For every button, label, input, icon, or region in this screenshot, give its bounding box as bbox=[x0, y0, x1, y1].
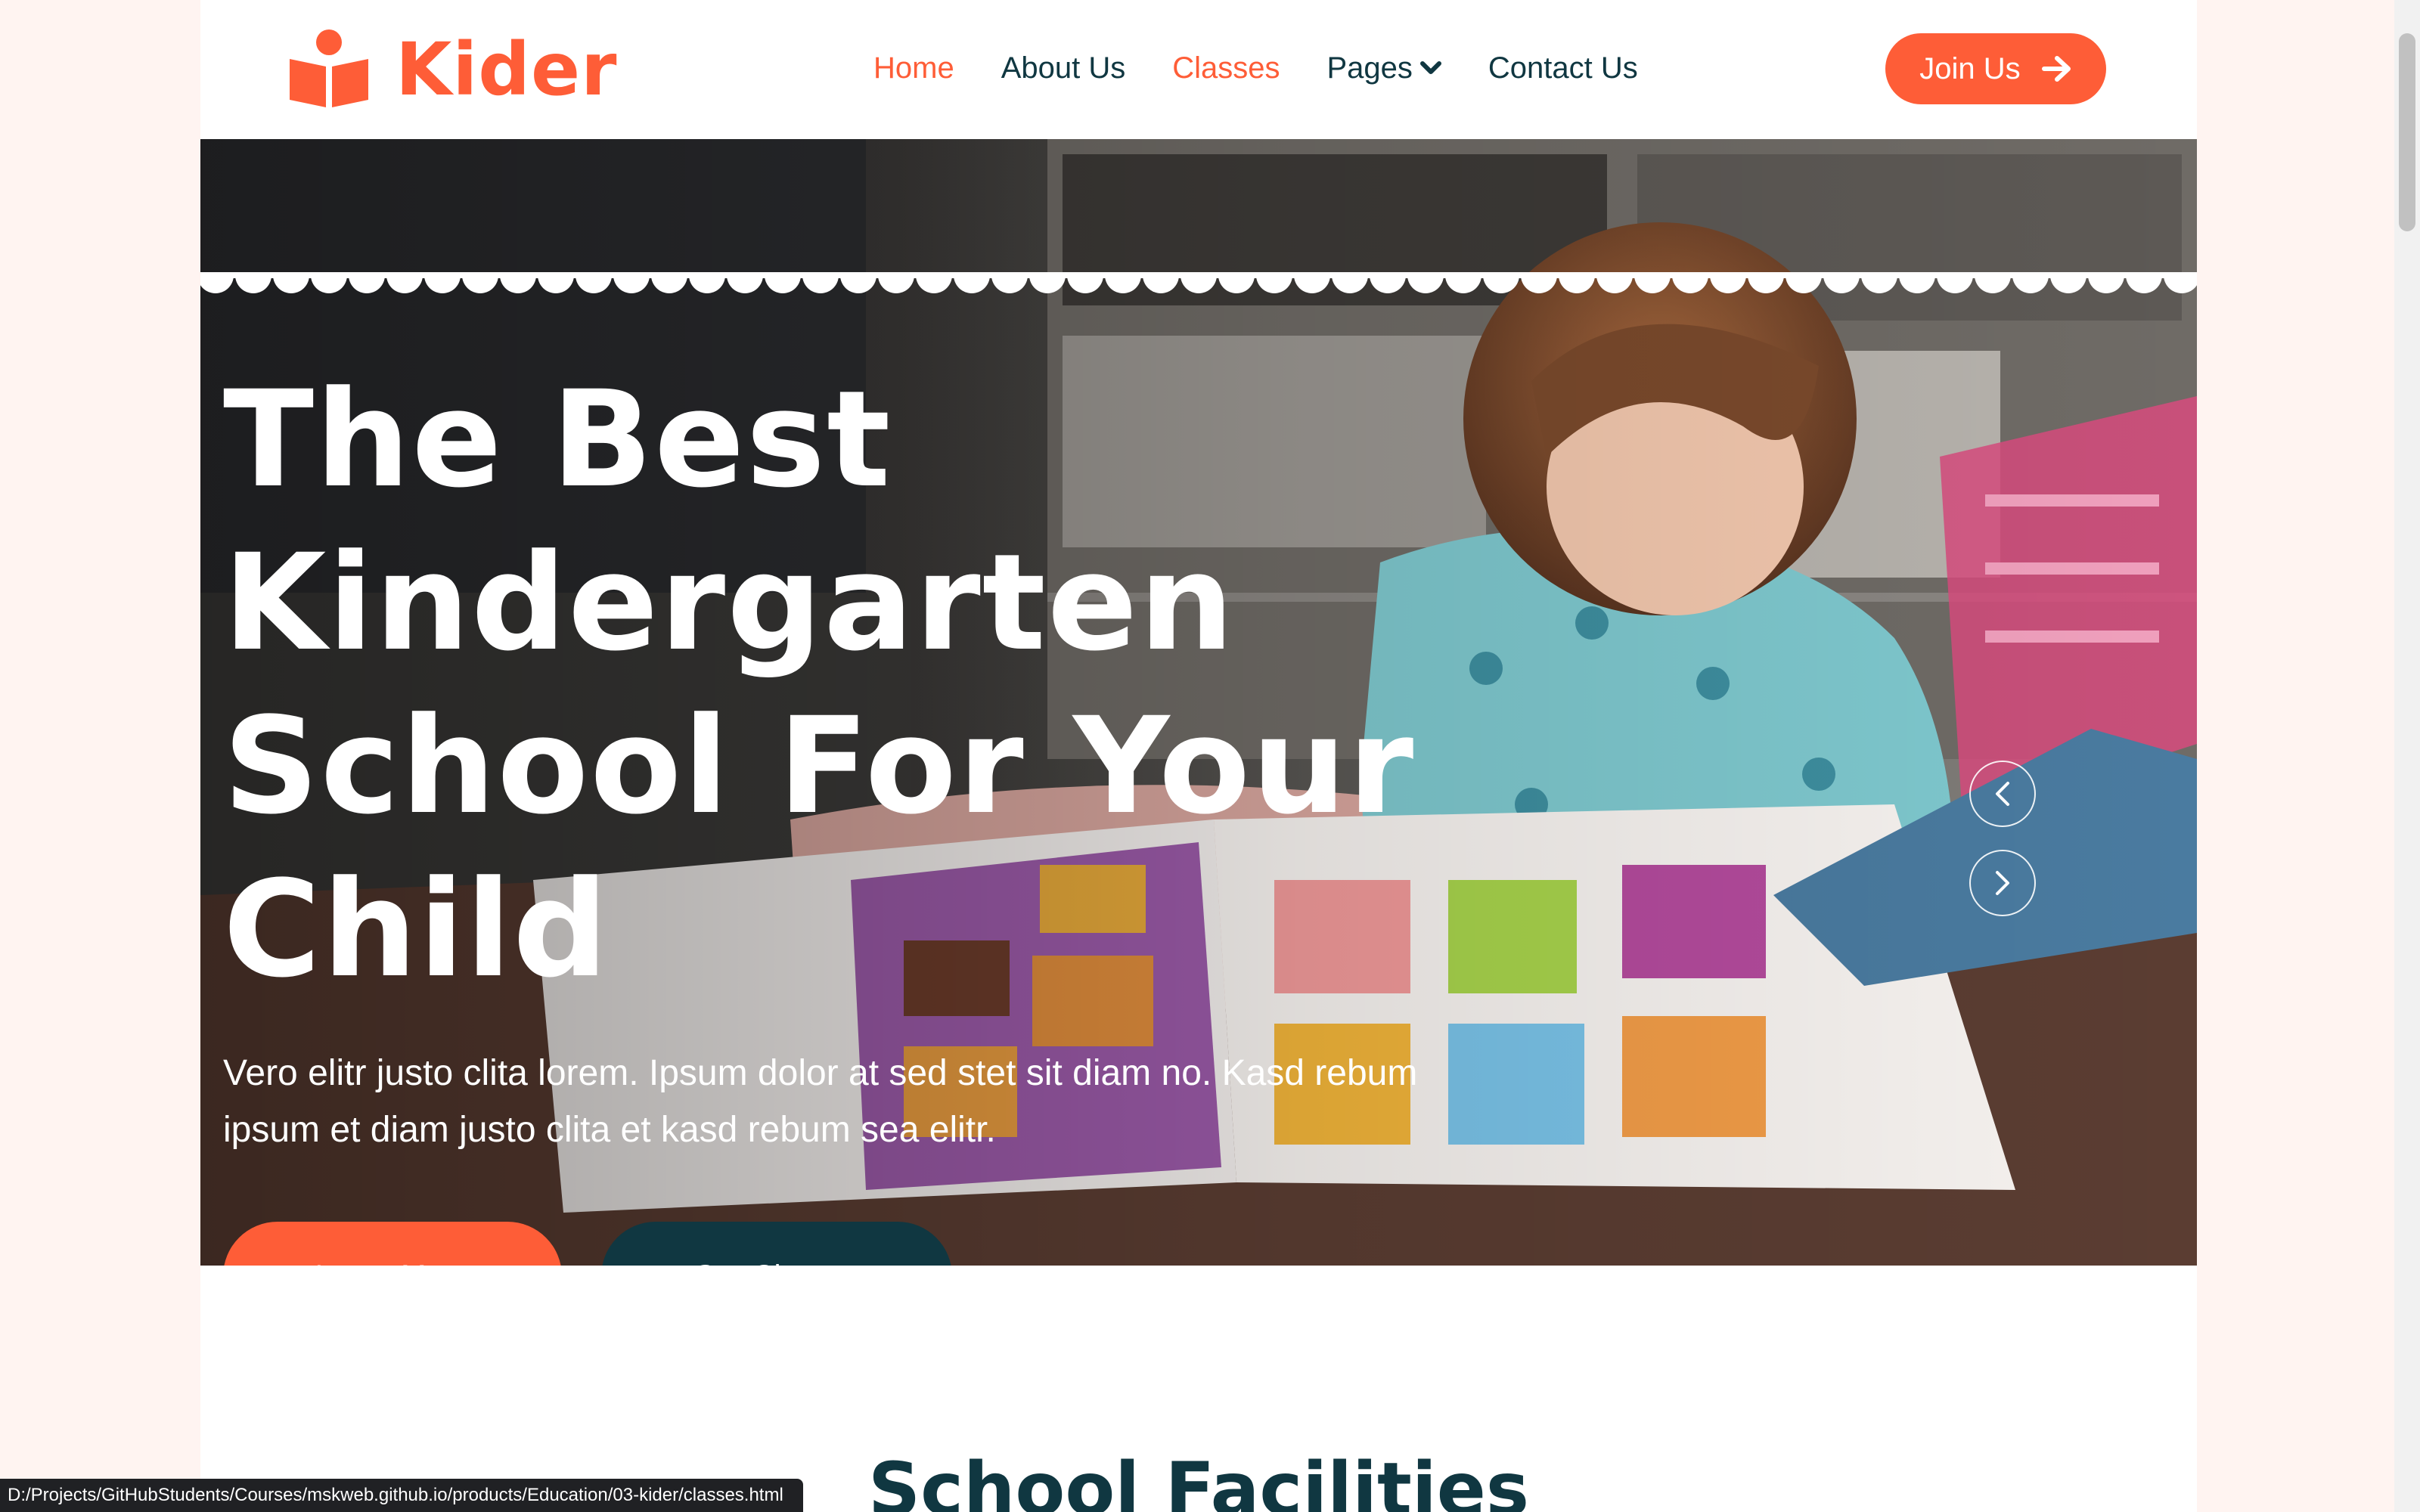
nav-pages-label: Pages bbox=[1326, 51, 1413, 85]
page-container: Kider Home About Us Classes Pages Contac… bbox=[200, 0, 2197, 1512]
vertical-scrollbar[interactable] bbox=[2394, 0, 2420, 1512]
chevron-down-icon bbox=[1419, 61, 1441, 74]
brand-logo[interactable]: Kider bbox=[288, 27, 617, 112]
carousel-prev-button[interactable] bbox=[1969, 761, 2036, 827]
chevron-right-icon bbox=[1996, 871, 2009, 895]
nav-about-us[interactable]: About Us bbox=[1001, 51, 1126, 85]
nav-pages-dropdown[interactable]: Pages bbox=[1327, 51, 1441, 85]
scrollbar-thumb[interactable] bbox=[2399, 33, 2415, 231]
nav-contact-us[interactable]: Contact Us bbox=[1488, 51, 1638, 85]
main-nav: Home About Us Classes Pages Contact Us bbox=[873, 41, 1685, 95]
brand-name: Kider bbox=[396, 27, 618, 112]
nav-classes[interactable]: Classes bbox=[1172, 51, 1280, 85]
status-bar-url: D:/Projects/GitHubStudents/Courses/mskwe… bbox=[0, 1479, 803, 1512]
nav-home[interactable]: Home bbox=[873, 51, 954, 85]
join-us-label: Join Us bbox=[1919, 51, 2021, 85]
hero-carousel: The Best Kindergarten School For Your Ch… bbox=[200, 139, 2197, 1266]
chevron-left-icon bbox=[1996, 782, 2009, 806]
carousel-next-button[interactable] bbox=[1969, 850, 2036, 916]
navbar: Kider Home About Us Classes Pages Contac… bbox=[200, 0, 2197, 139]
our-classes-button[interactable]: Our Classes bbox=[601, 1222, 952, 1266]
book-reader-icon bbox=[290, 29, 368, 107]
scallop-top-border bbox=[200, 272, 2197, 293]
join-us-button[interactable]: Join Us bbox=[1885, 33, 2106, 104]
hero-description: Vero elitr justo clita lorem. Ipsum dolo… bbox=[223, 1053, 1418, 1150]
hero-title: The Best Kindergarten School For Your Ch… bbox=[223, 362, 1416, 1007]
learn-more-button[interactable]: Learn More bbox=[223, 1222, 562, 1266]
arrow-right-icon bbox=[2041, 56, 2071, 82]
